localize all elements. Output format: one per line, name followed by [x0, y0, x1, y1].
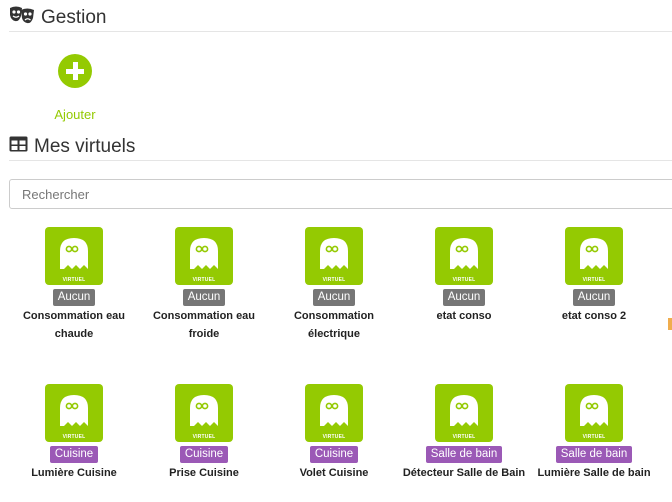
plus-circle-icon [58, 54, 92, 88]
ghost-icon: VIRTUEL [435, 227, 493, 285]
object-badge: Aucun [572, 289, 616, 306]
virtual-card[interactable]: VIRTUEL Cuisine Volet Cuisine [269, 384, 399, 482]
masks-icon [9, 5, 35, 30]
virtual-name: Consommation eau chaude [22, 310, 126, 340]
object-badge: Aucun [52, 289, 96, 306]
ghost-icon: VIRTUEL [435, 384, 493, 442]
object-badge: Aucun [182, 289, 226, 306]
virtual-card[interactable]: VIRTUEL Salle de bain Détecteur Salle de… [399, 384, 529, 482]
virtual-card[interactable]: VIRTUEL Aucun Consommation électrique [269, 227, 399, 343]
virtual-card[interactable]: VIRTUEL Salle de bain Lumière Salle de b… [529, 384, 659, 482]
object-badge: Cuisine [49, 446, 99, 463]
add-virtual-button[interactable]: Ajouter [44, 54, 106, 122]
object-badge: Cuisine [309, 446, 359, 463]
virtual-name: Lumière Cuisine [31, 467, 117, 479]
virtual-card[interactable]: VIRTUEL Aucun etat conso [399, 227, 529, 325]
search-input[interactable] [9, 179, 672, 209]
virtual-name: Volet Cuisine [299, 467, 369, 479]
virtual-card[interactable]: VIRTUEL Aucun Consommation eau froide [139, 227, 269, 343]
object-badge: Aucun [312, 289, 356, 306]
virtual-name: etat conso [436, 310, 492, 322]
clipped-card-edge [668, 318, 672, 330]
ghost-icon: VIRTUEL [175, 227, 233, 285]
add-label: Ajouter [54, 107, 96, 122]
ghost-icon: VIRTUEL [175, 384, 233, 442]
ghost-icon: VIRTUEL [305, 384, 363, 442]
virtual-name: etat conso 2 [561, 310, 627, 322]
table-icon [9, 136, 28, 157]
gestion-header: Gestion [9, 4, 672, 32]
virtual-name: Prise Cuisine [169, 467, 239, 479]
virtual-name: Détecteur Salle de Bain [402, 467, 526, 479]
virtual-name: Consommation eau froide [152, 310, 256, 340]
virtual-card[interactable]: VIRTUEL Aucun etat conso 2 [529, 227, 659, 325]
virtual-name: Lumière Salle de bain [537, 467, 651, 479]
virtual-card[interactable]: VIRTUEL Cuisine Prise Cuisine [139, 384, 269, 482]
ghost-icon: VIRTUEL [565, 384, 623, 442]
ghost-icon: VIRTUEL [45, 227, 103, 285]
virtual-card[interactable]: VIRTUEL Aucun Consommation eau chaude [9, 227, 139, 343]
ghost-icon: VIRTUEL [45, 384, 103, 442]
object-badge: Cuisine [179, 446, 229, 463]
virtuels-header: Mes virtuels [9, 133, 672, 161]
ghost-icon: VIRTUEL [305, 227, 363, 285]
object-badge: Salle de bain [555, 446, 633, 463]
ghost-icon: VIRTUEL [565, 227, 623, 285]
object-badge: Salle de bain [425, 446, 503, 463]
virtual-card[interactable]: VIRTUEL Cuisine Lumière Cuisine [9, 384, 139, 482]
gestion-title: Gestion [41, 6, 107, 28]
virtual-name: Consommation électrique [293, 310, 375, 340]
object-badge: Aucun [442, 289, 486, 306]
virtuels-title: Mes virtuels [34, 135, 136, 157]
